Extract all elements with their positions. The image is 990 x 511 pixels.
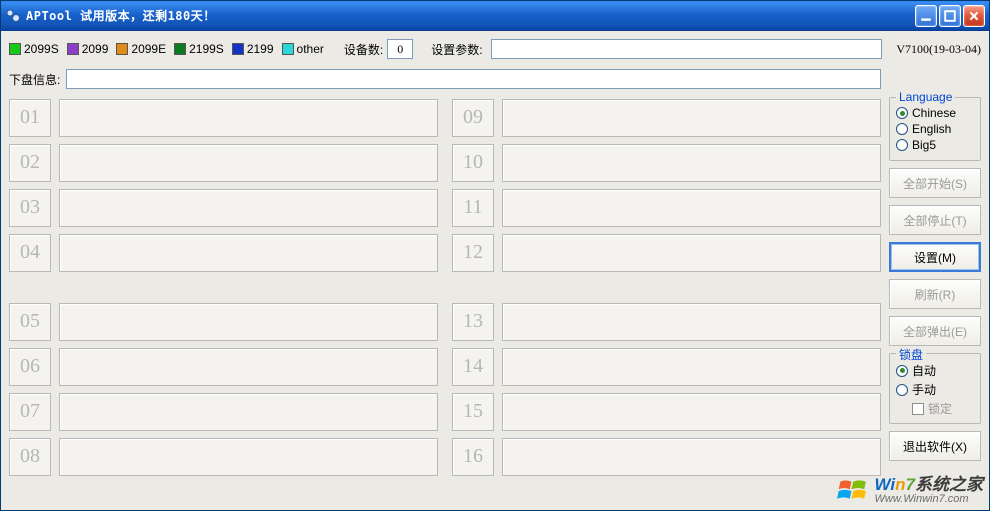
- stop-all-button[interactable]: 全部停止(T): [889, 205, 981, 235]
- legend-item: 2099S: [9, 42, 59, 56]
- exit-button[interactable]: 退出软件(X): [889, 431, 981, 461]
- legend-label: 2099: [82, 42, 109, 56]
- legend: 2099S 2099 2099E 2199S 2199 other: [9, 42, 330, 56]
- slot-bar[interactable]: [502, 234, 881, 272]
- legend-swatch: [116, 43, 128, 55]
- slot-number: 13: [452, 303, 494, 341]
- lock-manual-radio[interactable]: 手动: [896, 381, 974, 398]
- legend-item: 2199S: [174, 42, 224, 56]
- eject-all-button[interactable]: 全部弹出(E): [889, 316, 981, 346]
- slot-bar[interactable]: [502, 144, 881, 182]
- legend-label: 2099S: [24, 42, 59, 56]
- slot-bar[interactable]: [502, 348, 881, 386]
- slot-02: 02: [9, 142, 438, 183]
- slot-number: 04: [9, 234, 51, 272]
- lock-checkbox: 锁定: [912, 400, 974, 417]
- slot-bar[interactable]: [59, 144, 438, 182]
- lang-english-radio[interactable]: English: [896, 122, 974, 136]
- titlebar[interactable]: APTool 试用版本，还剩180天！: [1, 1, 989, 31]
- legend-item: 2099E: [116, 42, 166, 56]
- download-info-input[interactable]: [66, 69, 881, 89]
- language-legend: Language: [896, 90, 955, 104]
- slot-06: 06: [9, 346, 438, 387]
- slot-number: 02: [9, 144, 51, 182]
- legend-item: 2099: [67, 42, 109, 56]
- legend-item: 2199: [232, 42, 274, 56]
- slot-04: 04: [9, 232, 438, 273]
- param-label: 设置参数:: [431, 41, 482, 58]
- slot-bar[interactable]: [502, 189, 881, 227]
- slot-bar[interactable]: [59, 438, 438, 476]
- app-window: APTool 试用版本，还剩180天！ 2099S20992099E2199S2…: [0, 0, 990, 511]
- slot-12: 12: [452, 232, 881, 273]
- window-title: APTool 试用版本，还剩180天！: [26, 7, 216, 24]
- slot-16: 16: [452, 436, 881, 477]
- minimize-button[interactable]: [915, 5, 937, 27]
- download-info-label: 下盘信息:: [9, 71, 60, 88]
- refresh-button[interactable]: 刷新(R): [889, 279, 981, 309]
- maximize-button[interactable]: [939, 5, 961, 27]
- legend-swatch: [232, 43, 244, 55]
- start-all-button[interactable]: 全部开始(S): [889, 168, 981, 198]
- slot-number: 14: [452, 348, 494, 386]
- legend-label: other: [297, 42, 324, 56]
- lang-big5-radio[interactable]: Big5: [896, 138, 974, 152]
- lockdisk-group: 锁盘 自动 手动 锁定: [889, 353, 981, 424]
- device-count-label: 设备数:: [344, 41, 383, 58]
- slot-number: 15: [452, 393, 494, 431]
- legend-swatch: [67, 43, 79, 55]
- version-label: V7100(19-03-04): [896, 42, 981, 57]
- slot-bar[interactable]: [59, 99, 438, 137]
- slot-05: 05: [9, 301, 438, 342]
- legend-label: 2199: [247, 42, 274, 56]
- slot-number: 11: [452, 189, 494, 227]
- legend-swatch: [282, 43, 294, 55]
- slot-number: 05: [9, 303, 51, 341]
- slot-bar[interactable]: [502, 99, 881, 137]
- legend-swatch: [9, 43, 21, 55]
- slot-11: 11: [452, 187, 881, 228]
- lockdisk-legend: 锁盘: [896, 346, 926, 363]
- app-icon: [5, 8, 21, 24]
- slot-08: 08: [9, 436, 438, 477]
- slot-number: 01: [9, 99, 51, 137]
- param-input[interactable]: [491, 39, 883, 59]
- slot-09: 09: [452, 97, 881, 138]
- slot-15: 15: [452, 391, 881, 432]
- slot-bar[interactable]: [59, 348, 438, 386]
- slot-14: 14: [452, 346, 881, 387]
- legend-swatch: [174, 43, 186, 55]
- legend-label: 2199S: [189, 42, 224, 56]
- slot-number: 08: [9, 438, 51, 476]
- slot-number: 12: [452, 234, 494, 272]
- slot-number: 06: [9, 348, 51, 386]
- slot-number: 10: [452, 144, 494, 182]
- lang-chinese-radio[interactable]: Chinese: [896, 106, 974, 120]
- slot-01: 01: [9, 97, 438, 138]
- slot-number: 03: [9, 189, 51, 227]
- slot-bar[interactable]: [59, 393, 438, 431]
- slot-bar[interactable]: [502, 438, 881, 476]
- slot-07: 07: [9, 391, 438, 432]
- device-count-value: 0: [387, 39, 413, 59]
- lock-auto-radio[interactable]: 自动: [896, 362, 974, 379]
- close-button[interactable]: [963, 5, 985, 27]
- slot-bar[interactable]: [59, 189, 438, 227]
- slot-bar[interactable]: [59, 234, 438, 272]
- slot-bar[interactable]: [502, 303, 881, 341]
- legend-item: other: [282, 42, 324, 56]
- slot-number: 09: [452, 99, 494, 137]
- slot-03: 03: [9, 187, 438, 228]
- settings-button[interactable]: 设置(M): [889, 242, 981, 272]
- slot-bar[interactable]: [502, 393, 881, 431]
- slot-13: 13: [452, 301, 881, 342]
- legend-label: 2099E: [131, 42, 166, 56]
- language-group: Language Chinese English Big5: [889, 97, 981, 161]
- slot-number: 07: [9, 393, 51, 431]
- slot-10: 10: [452, 142, 881, 183]
- slot-bar[interactable]: [59, 303, 438, 341]
- slots-area: 01 02 03 04 05 06 07 08 09 10 11 12 13 14 15 16: [9, 97, 881, 502]
- slot-number: 16: [452, 438, 494, 476]
